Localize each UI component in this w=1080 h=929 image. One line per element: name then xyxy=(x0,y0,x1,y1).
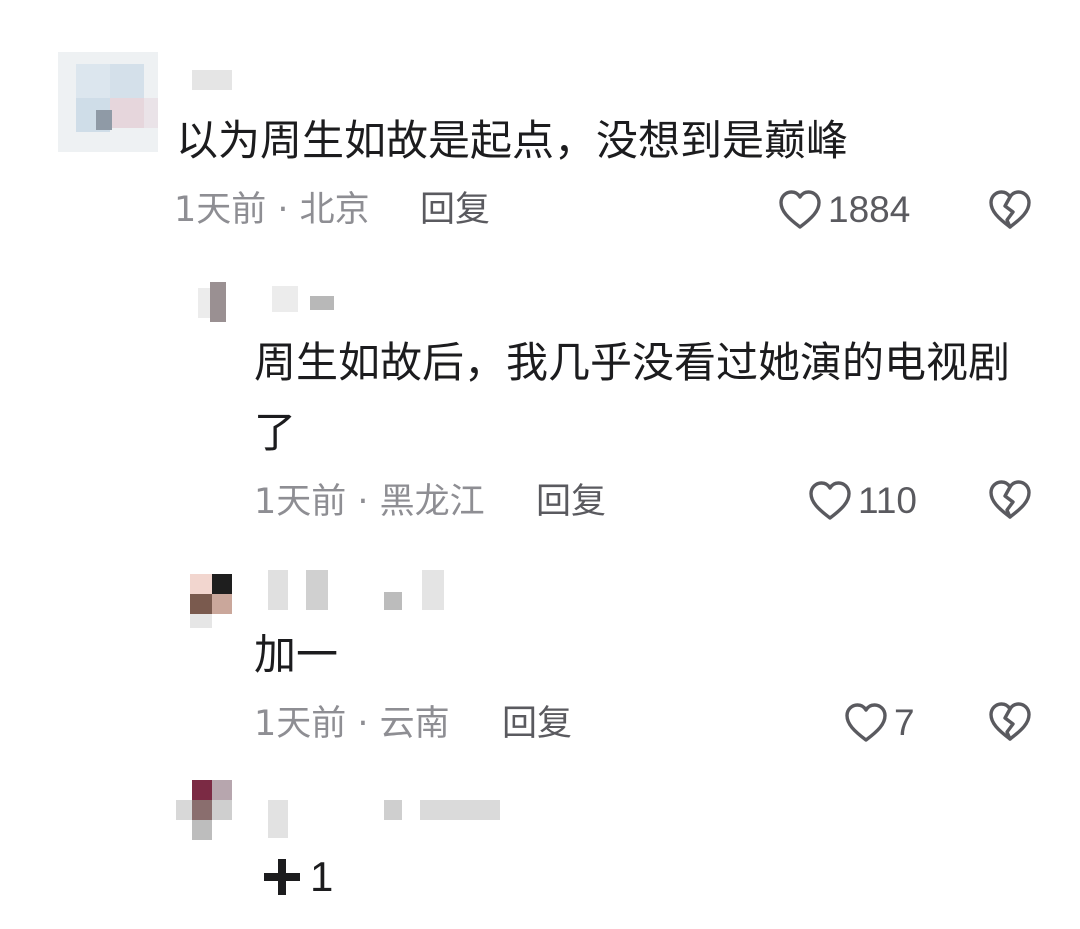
reply-button[interactable]: 回复 xyxy=(420,190,490,230)
reply-button[interactable]: 回复 xyxy=(536,482,606,522)
comment-text: 1 xyxy=(260,844,333,910)
broken-heart-icon[interactable] xyxy=(986,698,1034,746)
heart-outline-icon xyxy=(845,703,887,742)
comment-text-line2: 了 xyxy=(254,408,297,457)
username-blurred[interactable] xyxy=(268,800,500,838)
reply-item: 加一 1天前 · 云南 回复 7 xyxy=(0,560,1080,760)
like-count: 110 xyxy=(858,480,917,521)
comment-text-value: 1 xyxy=(310,853,334,900)
username-blurred[interactable] xyxy=(272,286,334,312)
avatar[interactable] xyxy=(196,280,242,326)
heart-outline-icon xyxy=(809,481,851,520)
avatar[interactable] xyxy=(190,568,232,628)
broken-heart-icon[interactable] xyxy=(986,186,1034,234)
username-blurred[interactable] xyxy=(268,570,444,610)
like-button[interactable]: 7 xyxy=(842,698,915,748)
broken-heart-icon[interactable] xyxy=(986,476,1034,524)
like-count: 7 xyxy=(894,702,915,743)
comment-time-location: 1天前 · 黑龙江 xyxy=(254,482,485,522)
avatar[interactable] xyxy=(176,780,232,840)
username-blurred[interactable] xyxy=(192,70,232,90)
reply-item: 1 xyxy=(0,770,1080,929)
comment-text: 周生如故后，我几乎没看过她演的电视剧 xyxy=(254,338,1011,387)
heart-outline-icon xyxy=(779,190,821,229)
like-button[interactable]: 1884 xyxy=(776,185,910,235)
reply-item: 周生如故后，我几乎没看过她演的电视剧 了 1天前 · 黑龙江 回复 110 xyxy=(0,260,1080,550)
comment-time-location: 1天前 · 北京 xyxy=(174,190,370,230)
comment-text: 加一 xyxy=(254,630,339,679)
avatar[interactable] xyxy=(58,52,158,152)
comment-text: 以为周生如故是起点，没想到是巅峰 xyxy=(176,116,849,165)
comment-time-location: 1天前 · 云南 xyxy=(254,704,450,744)
comment-item: 以为周生如故是起点，没想到是巅峰 1天前 · 北京 回复 1884 xyxy=(0,0,1080,260)
plus-icon xyxy=(264,859,300,895)
like-count: 1884 xyxy=(828,189,911,230)
like-button[interactable]: 110 xyxy=(806,476,917,526)
reply-button[interactable]: 回复 xyxy=(502,704,572,744)
